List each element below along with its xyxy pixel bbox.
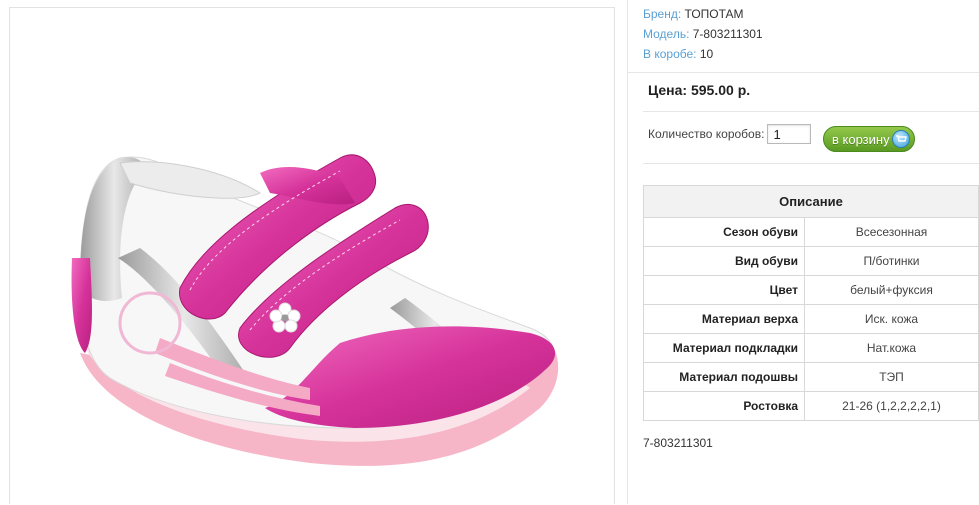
add-to-cart-label: в корзину	[832, 131, 890, 147]
model-value: 7-803211301	[692, 27, 763, 41]
spec-value: Иск. кожа	[804, 304, 979, 334]
add-to-cart-button[interactable]: в корзину	[823, 126, 915, 152]
model-row: Модель: 7-803211301	[643, 24, 763, 44]
price: Цена: 595.00 р.	[648, 82, 751, 98]
divider-line	[643, 163, 979, 164]
spec-key: Материал подошвы	[643, 362, 805, 392]
description-header: Описание	[643, 185, 979, 218]
spec-key: Вид обуви	[643, 246, 805, 276]
table-row: Вид обуви П/ботинки	[643, 246, 979, 276]
table-row: Сезон обуви Всесезонная	[643, 217, 979, 247]
shoe-image	[71, 154, 559, 466]
box-qty-value: 10	[699, 47, 714, 61]
spec-key: Материал подкладки	[643, 333, 805, 363]
spec-value: Всесезонная	[804, 217, 979, 247]
product-image-frame[interactable]	[9, 7, 615, 504]
box-qty-row: В коробе: 10	[643, 44, 763, 64]
spec-value: 21-26 (1,2,2,2,2,1)	[804, 391, 979, 421]
model-label: Модель:	[643, 27, 690, 41]
divider-line	[643, 111, 979, 112]
cart-icon	[892, 130, 910, 148]
table-row: Материал подошвы ТЭП	[643, 362, 979, 392]
spec-key: Материал верха	[643, 304, 805, 334]
product-meta: Бренд: ТОПОТАМ Модель: 7-803211301 В кор…	[643, 4, 763, 64]
spec-key: Цвет	[643, 275, 805, 305]
spec-key: Сезон обуви	[643, 217, 805, 247]
box-qty-label: В коробе:	[643, 47, 697, 61]
description-table: Описание Сезон обуви Всесезонная Вид обу…	[643, 185, 979, 421]
sku-footer: 7-803211301	[643, 436, 713, 450]
brand-value: ТОПОТАМ	[684, 7, 744, 21]
table-row: Материал подкладки Нат.кожа	[643, 333, 979, 363]
spec-value: П/ботинки	[804, 246, 979, 276]
spec-value: белый+фуксия	[804, 275, 979, 305]
spec-value: Нат.кожа	[804, 333, 979, 363]
column-divider	[627, 0, 628, 504]
quantity-input[interactable]	[767, 124, 812, 144]
brand-label: Бренд:	[643, 7, 682, 21]
table-row: Цвет белый+фуксия	[643, 275, 979, 305]
quantity-row: Количество коробов:	[648, 124, 812, 144]
brand-row: Бренд: ТОПОТАМ	[643, 4, 763, 24]
divider-line	[627, 72, 979, 73]
spec-value: ТЭП	[804, 362, 979, 392]
table-row: Ростовка 21-26 (1,2,2,2,2,1)	[643, 391, 979, 421]
spec-key: Ростовка	[643, 391, 805, 421]
table-row: Материал верха Иск. кожа	[643, 304, 979, 334]
quantity-label: Количество коробов:	[648, 127, 765, 141]
